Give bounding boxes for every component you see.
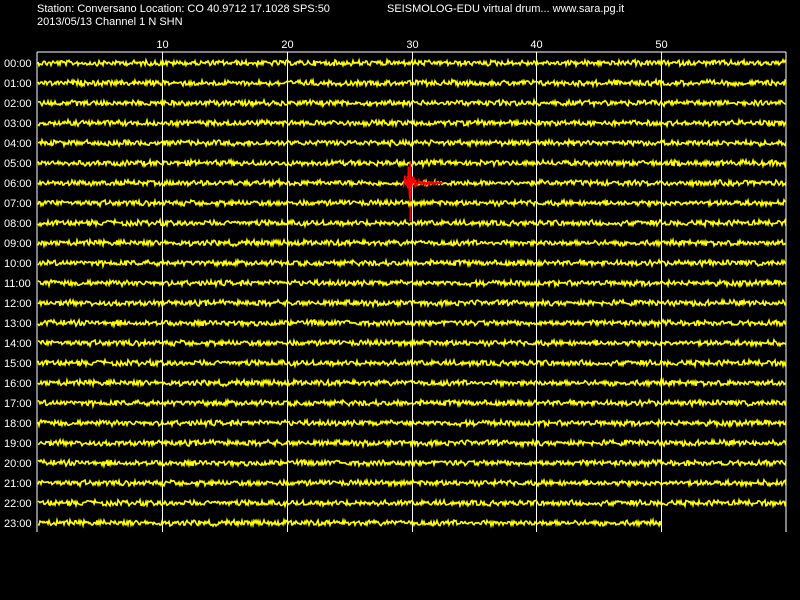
trace-line xyxy=(37,516,662,529)
hour-label: 01:00 xyxy=(4,78,32,90)
hour-label: 07:00 xyxy=(4,198,32,210)
hour-label-layer: 00:00 01:00 02:00 03:00 04:00 05:00 06:00 07:00… xyxy=(4,58,32,530)
x-tick-label: 20 xyxy=(281,39,293,51)
hour-label: 05:00 xyxy=(4,158,32,170)
hour-label: 14:00 xyxy=(4,338,32,350)
hour-label: 20:00 xyxy=(4,458,32,470)
hour-label: 00:00 xyxy=(4,58,32,70)
hour-label: 21:00 xyxy=(4,478,32,490)
hour-label: 13:00 xyxy=(4,318,32,330)
hour-label: 11:00 xyxy=(4,278,31,290)
hour-label: 02:00 xyxy=(4,98,32,110)
hour-label: 16:00 xyxy=(4,378,32,390)
seismic-drum-chart: 10 20 30 40 50 00:00 01:00 02:00 03:00 04:00 05:0… xyxy=(4,39,787,532)
hour-label: 12:00 xyxy=(4,298,32,310)
hour-label: 09:00 xyxy=(4,238,32,250)
hour-label: 03:00 xyxy=(4,118,32,130)
x-tick-label: 30 xyxy=(406,39,418,51)
hour-label: 04:00 xyxy=(4,138,32,150)
hour-label: 17:00 xyxy=(4,398,32,410)
hour-label: 22:00 xyxy=(4,498,32,510)
hour-label: 15:00 xyxy=(4,358,32,370)
hour-label: 23:00 xyxy=(4,518,32,530)
x-tick-label: 10 xyxy=(156,39,168,51)
hour-label: 06:00 xyxy=(4,178,32,190)
hour-label: 19:00 xyxy=(4,438,32,450)
hour-label: 08:00 xyxy=(4,218,32,230)
hour-label: 10:00 xyxy=(4,258,32,270)
hour-label: 18:00 xyxy=(4,418,32,430)
x-tick-label: 50 xyxy=(655,39,667,51)
tick-label-layer: 10 20 30 40 50 xyxy=(156,39,667,51)
x-tick-label: 40 xyxy=(530,39,542,51)
